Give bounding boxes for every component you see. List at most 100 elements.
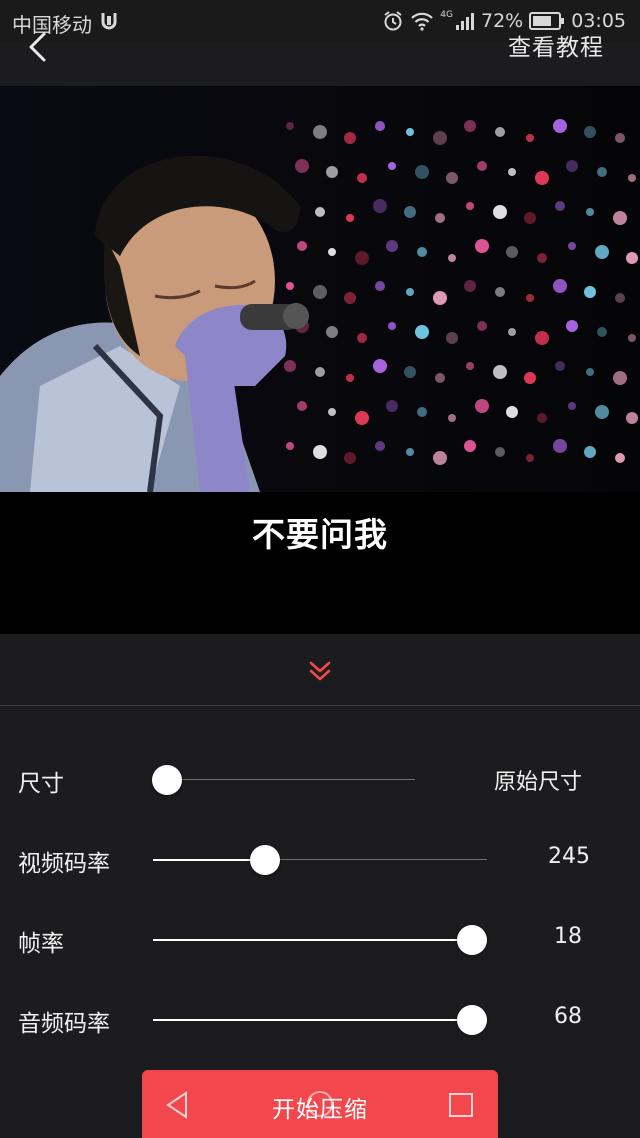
frame-rate-slider[interactable] <box>153 920 487 960</box>
stage-light-dot <box>508 328 516 336</box>
carrier-badge-icon <box>101 13 117 30</box>
stage-light-dot <box>415 165 429 179</box>
stage-light-dot <box>628 334 636 342</box>
stage-light-dot <box>375 281 385 291</box>
double-chevron-down-icon[interactable] <box>306 659 334 683</box>
stage-light-dot <box>553 119 567 133</box>
stage-light-dot <box>433 131 447 145</box>
stage-light-dot <box>586 368 594 376</box>
stage-light-dot <box>406 128 414 136</box>
stage-light-dot <box>326 166 338 178</box>
collapse-strip <box>0 634 640 706</box>
stage-light-dot <box>524 372 536 384</box>
stage-light-dot <box>615 133 625 143</box>
stage-light-dot <box>477 161 487 171</box>
stage-light-dot <box>286 122 294 130</box>
stage-light-dot <box>526 134 534 142</box>
stage-light-dot <box>553 439 567 453</box>
stage-light-dot <box>346 374 354 382</box>
stage-light-dot <box>506 406 518 418</box>
nav-recents-icon[interactable] <box>448 1092 474 1118</box>
frame-rate-label: 帧率 <box>18 931 64 957</box>
setting-row-frame-rate: 帧率 18 <box>0 920 640 960</box>
stage-light-dot <box>355 251 369 265</box>
stage-light-dot <box>284 360 296 372</box>
stage-light-dot <box>433 451 447 465</box>
start-compress-button[interactable]: 开始压缩 <box>142 1070 498 1138</box>
setting-row-video-bitrate: 视频码率 245 <box>0 840 640 880</box>
stage-light-dot <box>417 407 427 417</box>
stage-light-dot <box>406 288 414 296</box>
stage-light-dot <box>417 247 427 257</box>
stage-light-dot <box>537 253 547 263</box>
stage-light-dot <box>584 126 596 138</box>
size-label: 尺寸 <box>18 771 64 797</box>
stage-light-dot <box>446 172 458 184</box>
stage-light-dot <box>328 408 336 416</box>
slider-fill <box>153 939 472 941</box>
stage-light-dot <box>286 282 294 290</box>
stage-light-dot <box>535 171 549 185</box>
size-slider[interactable] <box>152 760 415 800</box>
slider-thumb[interactable] <box>457 925 487 955</box>
slider-fill <box>153 1019 472 1021</box>
video-bitrate-value: 245 <box>548 844 590 869</box>
network-type: 4G <box>440 10 453 20</box>
stage-light-dot <box>355 411 369 425</box>
stage-light-dot <box>595 245 609 259</box>
alarm-icon <box>384 11 402 31</box>
video-bitrate-label: 视频码率 <box>18 851 110 877</box>
video-frame-image <box>0 86 640 492</box>
stage-light-dot <box>495 127 505 137</box>
stage-light-dot <box>566 160 578 172</box>
nav-home-icon[interactable] <box>306 1090 334 1118</box>
stage-light-dot <box>448 254 456 262</box>
slider-track <box>167 779 415 780</box>
stage-light-dot <box>626 252 638 264</box>
stage-light-dot <box>295 159 309 173</box>
stage-light-dot <box>448 414 456 422</box>
stage-light-dot <box>388 322 396 330</box>
stage-light-dot <box>535 331 549 345</box>
stage-light-dot <box>597 327 607 337</box>
stage-light-dot <box>495 287 505 297</box>
stage-light-dot <box>566 320 578 332</box>
back-chevron-icon[interactable] <box>22 28 56 68</box>
stage-light-dot <box>568 242 576 250</box>
stage-light-dot <box>506 246 518 258</box>
slider-thumb[interactable] <box>249 845 280 875</box>
top-bar: 查看教程 <box>0 32 640 86</box>
stage-light-dot <box>555 201 565 211</box>
audio-bitrate-slider[interactable] <box>153 1000 487 1040</box>
stage-light-dot <box>313 285 327 299</box>
stage-light-dot <box>344 132 356 144</box>
slider-fill <box>153 859 265 861</box>
video-preview[interactable]: 不要问我 <box>0 86 640 634</box>
stage-light-dot <box>553 279 567 293</box>
slider-thumb[interactable] <box>457 1005 487 1035</box>
stage-light-dot <box>555 361 565 371</box>
stage-light-dot <box>568 402 576 410</box>
slider-thumb[interactable] <box>152 765 182 795</box>
stage-light-dot <box>388 162 396 170</box>
stage-light-dot <box>373 199 387 213</box>
stage-light-dot <box>375 121 385 131</box>
size-value: 原始尺寸 <box>493 770 582 795</box>
video-subtitle: 不要问我 <box>252 515 388 554</box>
stage-light-dot <box>495 447 505 457</box>
view-tutorial-link[interactable]: 查看教程 <box>508 28 604 62</box>
stage-light-dot <box>386 240 398 252</box>
stage-light-dot <box>315 207 325 217</box>
nav-back-icon[interactable] <box>164 1090 190 1120</box>
stage-light-dot <box>346 214 354 222</box>
stage-light-dot <box>313 125 327 139</box>
stage-light-dot <box>328 248 336 256</box>
stage-light-dot <box>344 452 356 464</box>
stage-light-dot <box>446 332 458 344</box>
video-bitrate-slider[interactable] <box>153 840 487 880</box>
stage-light-dot <box>615 453 625 463</box>
stage-light-dot <box>464 280 476 292</box>
stage-light-dot <box>477 321 487 331</box>
stage-light-dot <box>286 442 294 450</box>
stage-light-dot <box>464 440 476 452</box>
